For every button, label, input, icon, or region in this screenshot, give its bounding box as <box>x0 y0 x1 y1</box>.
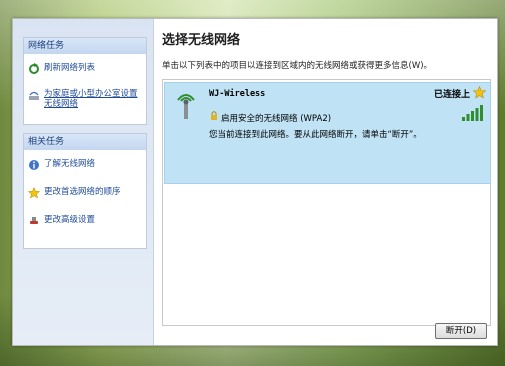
learn-wireless-label: 了解无线网络 <box>44 159 96 169</box>
setup-wireless-network-label: 为家庭或小型办公室设置无线网络 <box>44 89 138 109</box>
wireless-setup-icon <box>29 91 39 100</box>
wireless-network-window: 网络任务 刷新网络列表 为家庭或小型办公室设置无线网络 相关任务 了解无线网络 … <box>12 18 498 346</box>
change-advanced-settings-link[interactable]: 更改高级设置 <box>24 215 146 225</box>
network-ssid: WJ-Wireless <box>209 89 266 99</box>
refresh-icon <box>29 63 39 74</box>
sidebar: 网络任务 刷新网络列表 为家庭或小型办公室设置无线网络 相关任务 了解无线网络 … <box>13 19 154 345</box>
learn-wireless-link[interactable]: 了解无线网络 <box>24 159 146 170</box>
refresh-network-list-label: 刷新网络列表 <box>44 63 96 73</box>
signal-strength-icon <box>462 105 483 121</box>
network-item-wj-wireless[interactable]: WJ-Wireless 已连接上 启用安全的无线网络 (WPA2) 您当前连接到… <box>164 82 491 184</box>
network-tasks-title: 网络任务 <box>24 38 146 54</box>
security-text: 启用安全的无线网络 (WPA2) <box>221 114 332 124</box>
change-preferred-order-label: 更改首选网络的顺序 <box>44 187 121 197</box>
lock-icon <box>211 111 217 120</box>
connection-message: 您当前连接到此网络。要从此网络断开，请单击“断开”。 <box>209 130 422 140</box>
connection-status: 已连接上 <box>433 90 470 100</box>
refresh-network-list-link[interactable]: 刷新网络列表 <box>24 63 146 74</box>
preferred-star-icon <box>473 86 486 99</box>
main-content: 选择无线网络 单击以下列表中的项目以连接到区域内的无线网络或获得更多信息(W)。… <box>154 19 497 345</box>
star-icon <box>28 187 40 199</box>
page-title: 选择无线网络 <box>162 33 241 48</box>
change-preferred-order-link[interactable]: 更改首选网络的顺序 <box>24 187 146 199</box>
wireless-antenna-icon <box>177 94 195 119</box>
settings-icon <box>30 217 38 224</box>
related-tasks-panel: 相关任务 了解无线网络 更改首选网络的顺序 更改高级设置 <box>23 133 147 249</box>
change-advanced-settings-label: 更改高级设置 <box>44 215 96 225</box>
disconnect-button[interactable]: 断开(D) <box>435 323 487 339</box>
network-list[interactable]: WJ-Wireless 已连接上 启用安全的无线网络 (WPA2) 您当前连接到… <box>162 79 491 326</box>
info-icon <box>29 160 39 170</box>
network-tasks-panel: 网络任务 刷新网络列表 为家庭或小型办公室设置无线网络 <box>23 37 147 125</box>
setup-wireless-network-link[interactable]: 为家庭或小型办公室设置无线网络 <box>24 89 146 109</box>
page-description: 单击以下列表中的项目以连接到区域内的无线网络或获得更多信息(W)。 <box>162 61 433 71</box>
related-tasks-title: 相关任务 <box>24 134 146 150</box>
